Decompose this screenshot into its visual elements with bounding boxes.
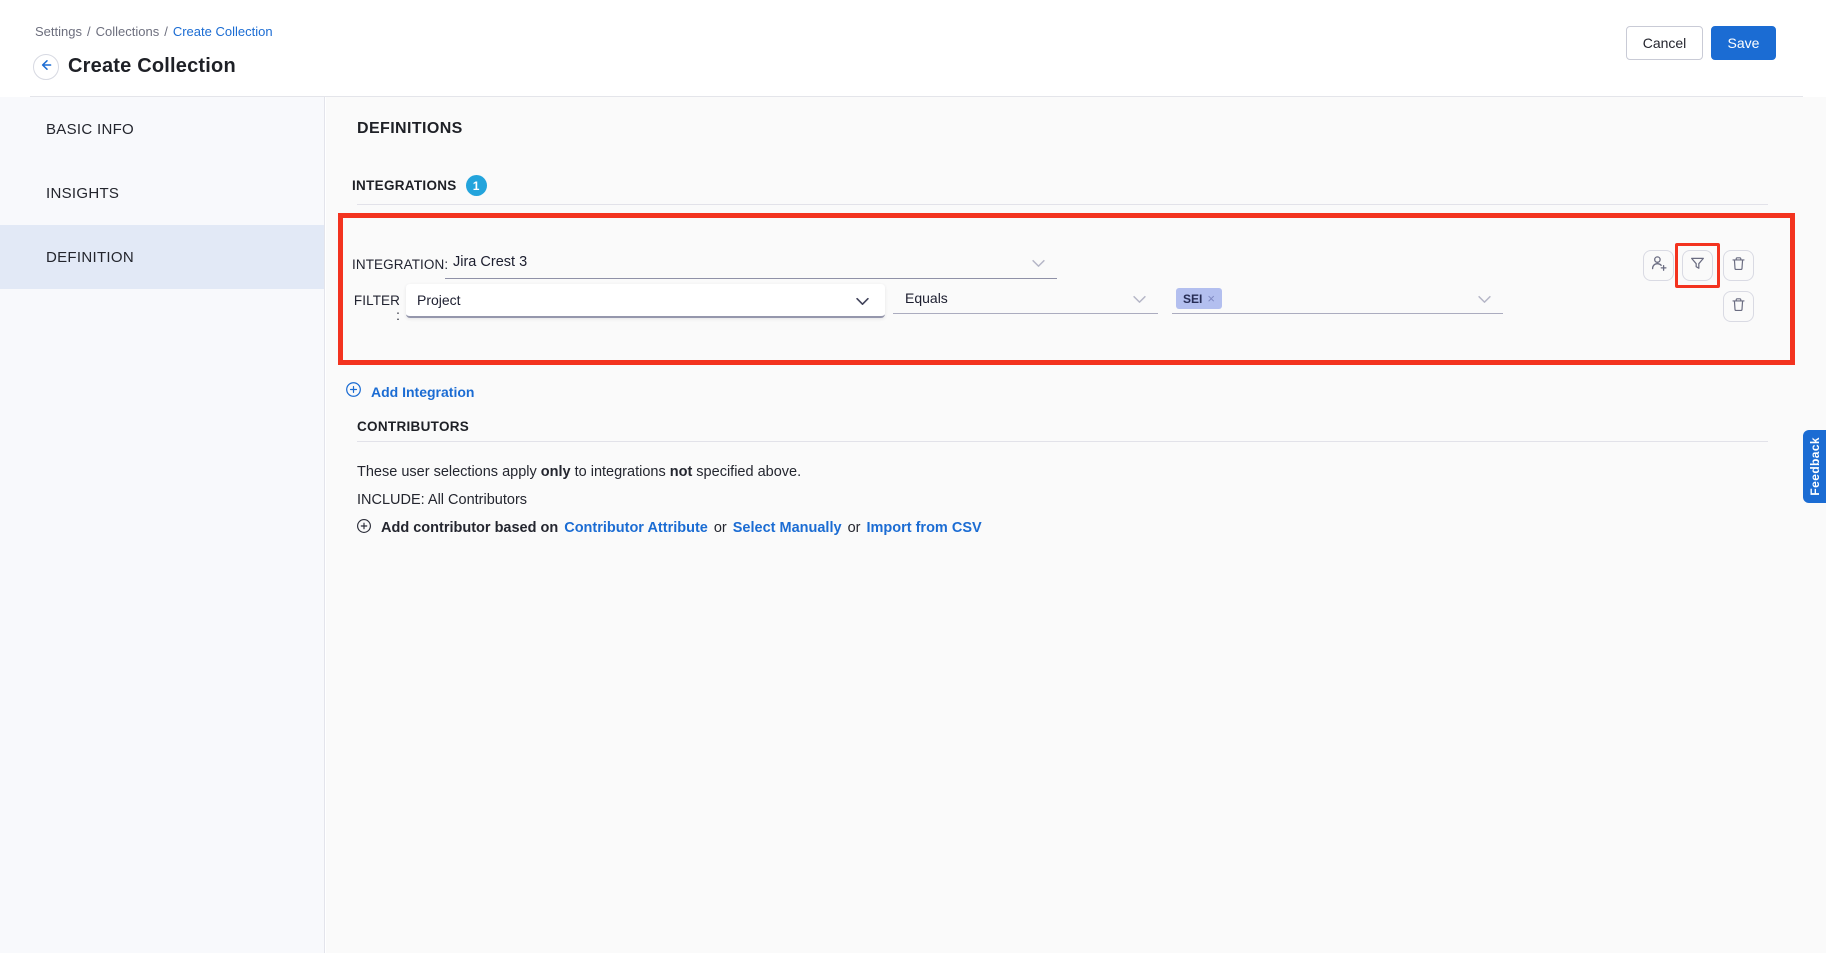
back-arrow-icon xyxy=(39,58,53,77)
person-add-icon xyxy=(1650,254,1668,277)
chevron-down-icon xyxy=(1478,290,1491,308)
create-collection-page: Settings / Collections / Create Collecti… xyxy=(0,0,1826,953)
filter-field-select[interactable]: Project xyxy=(406,284,885,318)
trash-icon xyxy=(1730,255,1747,277)
filter-values-multiselect[interactable]: SEI × xyxy=(1172,283,1503,314)
feedback-tab[interactable]: Feedback xyxy=(1803,430,1826,503)
breadcrumb-create-collection[interactable]: Create Collection xyxy=(173,24,273,39)
filter-button[interactable] xyxy=(1682,250,1713,281)
trash-icon xyxy=(1730,296,1747,318)
filter-funnel-icon xyxy=(1689,255,1706,277)
contributor-attribute-link[interactable]: Contributor Attribute xyxy=(564,520,708,536)
plus-circle-icon xyxy=(345,381,362,403)
delete-integration-button[interactable] xyxy=(1723,250,1754,281)
manage-users-button[interactable] xyxy=(1643,250,1674,281)
integration-select-value: Jira Crest 3 xyxy=(445,254,527,270)
select-manually-link[interactable]: Select Manually xyxy=(733,520,842,536)
include-contributors-line: INCLUDE: All Contributors xyxy=(357,492,527,508)
breadcrumb-separator: / xyxy=(164,24,168,39)
import-from-csv-link[interactable]: Import from CSV xyxy=(866,520,981,536)
contributors-divider xyxy=(357,441,1768,442)
filter-value-chip-label: SEI xyxy=(1183,292,1202,306)
filter-operator-select-value: Equals xyxy=(893,290,948,306)
back-button[interactable] xyxy=(33,54,59,80)
note-text: These user selections apply xyxy=(357,464,541,480)
breadcrumb-separator: / xyxy=(87,24,91,39)
sidebar-item-basic-info[interactable]: BASIC INFO xyxy=(0,97,324,161)
add-contributor-row: Add contributor based on Contributor Att… xyxy=(356,518,982,538)
sidebar-item-definition[interactable]: DEFINITION xyxy=(0,225,324,289)
breadcrumb-settings[interactable]: Settings xyxy=(35,24,82,39)
sidebar: BASIC INFO INSIGHTS DEFINITION xyxy=(0,97,325,953)
page-title: Create Collection xyxy=(68,55,236,78)
chevron-down-icon xyxy=(1032,254,1045,272)
integration-label: INTEGRATION: xyxy=(352,257,448,272)
chevron-down-icon xyxy=(856,292,869,310)
filter-label: FILTER : xyxy=(347,293,400,323)
note-text: specified above. xyxy=(692,464,801,480)
note-text: to integrations xyxy=(571,464,670,480)
sidebar-item-insights[interactable]: INSIGHTS xyxy=(0,161,324,225)
note-text-bold: only xyxy=(541,464,571,480)
contributors-section-title: CONTRIBUTORS xyxy=(357,419,469,434)
filter-operator-select[interactable]: Equals xyxy=(893,283,1158,314)
filter-field-select-value: Project xyxy=(406,292,461,308)
integration-select[interactable]: Jira Crest 3 xyxy=(445,246,1057,279)
add-contributor-prefix: Add contributor based on xyxy=(381,520,558,536)
cancel-button[interactable]: Cancel xyxy=(1626,26,1703,60)
chevron-down-icon xyxy=(1133,290,1146,308)
integrations-label: INTEGRATIONS xyxy=(352,178,457,193)
or-text: or xyxy=(714,520,727,536)
feedback-tab-label: Feedback xyxy=(1808,437,1822,496)
integrations-count-badge: 1 xyxy=(466,175,487,196)
chip-remove-icon[interactable]: × xyxy=(1207,292,1215,305)
or-text: or xyxy=(848,520,861,536)
integrations-header: INTEGRATIONS 1 xyxy=(352,175,487,196)
add-integration-button[interactable]: Add Integration xyxy=(345,381,474,403)
breadcrumb-collections[interactable]: Collections xyxy=(96,24,160,39)
filter-value-chip: SEI × xyxy=(1176,288,1222,309)
save-button[interactable]: Save xyxy=(1711,26,1776,60)
plus-circle-icon xyxy=(356,518,372,538)
breadcrumb: Settings / Collections / Create Collecti… xyxy=(35,24,273,39)
page-header: Settings / Collections / Create Collecti… xyxy=(0,0,1826,97)
integrations-divider xyxy=(357,204,1768,205)
definitions-section-title: DEFINITIONS xyxy=(357,120,463,138)
contributors-note: These user selections apply only to inte… xyxy=(357,464,801,480)
add-integration-label: Add Integration xyxy=(371,384,474,400)
note-text-bold: not xyxy=(670,464,693,480)
delete-filter-button[interactable] xyxy=(1723,291,1754,322)
